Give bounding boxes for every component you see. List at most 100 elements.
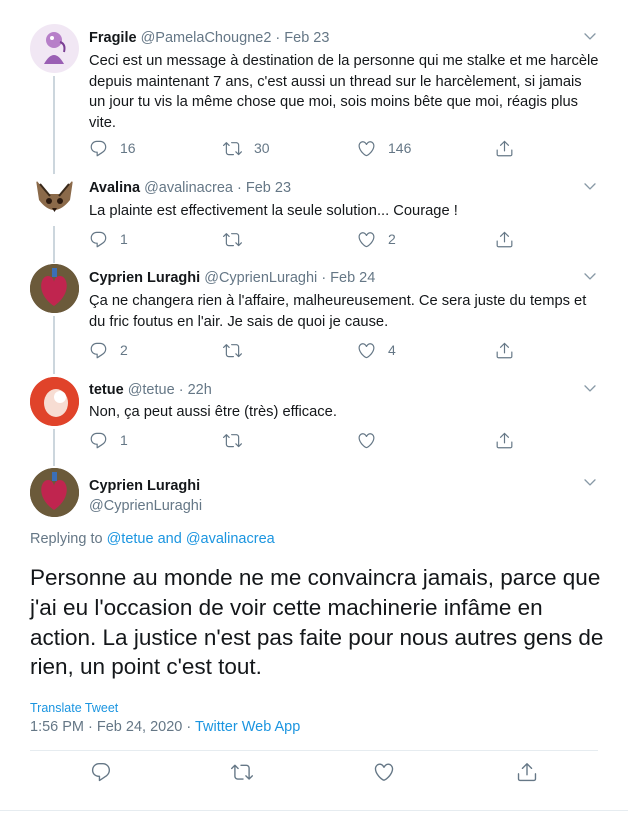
like-count: 146 bbox=[388, 140, 412, 156]
avatar[interactable] bbox=[30, 264, 79, 313]
retweet-button[interactable] bbox=[223, 340, 254, 360]
heart-icon bbox=[357, 341, 376, 360]
tweet-actions: 1 2 bbox=[89, 229, 519, 249]
like-button[interactable]: 2 bbox=[357, 229, 396, 249]
share-icon bbox=[495, 341, 514, 360]
avatar[interactable] bbox=[30, 174, 79, 223]
avatar-tetue-image bbox=[30, 377, 79, 426]
tweet-timestamp[interactable]: 1:56 PM · Feb 24, 2020 · bbox=[30, 719, 191, 735]
avatar[interactable] bbox=[30, 377, 79, 426]
tweet-date[interactable]: Feb 23 bbox=[246, 180, 291, 196]
avatar-fragile-image bbox=[44, 32, 66, 64]
author-name[interactable]: tetue bbox=[89, 382, 124, 398]
thread-line bbox=[53, 76, 55, 176]
tweet-date[interactable]: Feb 24 bbox=[330, 270, 375, 286]
author-handle[interactable]: @CyprienLuraghi bbox=[204, 270, 317, 286]
share-button[interactable] bbox=[495, 229, 514, 249]
author-name[interactable]: Avalina bbox=[89, 180, 140, 196]
translate-tweet-link[interactable]: Translate Tweet bbox=[30, 701, 118, 715]
tweet-text: La plainte est effectivement la seule so… bbox=[89, 203, 458, 219]
chevron-down-icon[interactable] bbox=[582, 178, 598, 194]
like-button[interactable] bbox=[373, 762, 395, 782]
divider bbox=[0, 810, 628, 811]
avatar[interactable] bbox=[30, 468, 79, 517]
main-tweet-text: Personne au monde ne me convaincra jamai… bbox=[30, 565, 604, 680]
retweet-icon bbox=[231, 761, 253, 783]
retweet-button[interactable] bbox=[223, 229, 254, 249]
tweet-text: Ça ne changera rien à l'affaire, malheur… bbox=[89, 293, 587, 330]
retweet-button[interactable] bbox=[223, 430, 254, 450]
share-icon bbox=[516, 761, 538, 783]
share-button[interactable] bbox=[495, 138, 514, 158]
retweet-icon bbox=[223, 341, 242, 360]
author-handle[interactable]: @avalinacrea bbox=[144, 180, 233, 196]
tweet-text: Ceci est un message à destination de la … bbox=[89, 53, 599, 131]
author-name[interactable]: Cyprien Luraghi bbox=[89, 478, 200, 494]
share-button[interactable] bbox=[516, 762, 538, 782]
heart-icon bbox=[357, 431, 376, 450]
retweet-icon bbox=[223, 230, 242, 249]
like-button[interactable]: 146 bbox=[357, 138, 411, 158]
reply-button[interactable]: 1 bbox=[89, 229, 128, 249]
share-icon bbox=[495, 139, 514, 158]
tweet-actions: 2 4 bbox=[89, 340, 519, 360]
like-button[interactable] bbox=[357, 430, 388, 450]
reply-button[interactable] bbox=[90, 762, 112, 782]
like-count: 4 bbox=[388, 342, 396, 358]
like-button[interactable]: 4 bbox=[357, 340, 396, 360]
reply-count: 1 bbox=[120, 231, 128, 247]
tweet-meta: 1:56 PM · Feb 24, 2020 · Twitter Web App bbox=[30, 719, 300, 735]
retweet-icon bbox=[223, 431, 242, 450]
retweet-count: 30 bbox=[254, 140, 270, 156]
main-tweet-actions bbox=[0, 762, 628, 786]
author-name[interactable]: Cyprien Luraghi bbox=[89, 270, 200, 286]
avatar-cyprien-image bbox=[30, 468, 79, 517]
thread-line bbox=[53, 316, 55, 374]
replying-to: Replying to @tetue and @avalinacrea bbox=[30, 531, 275, 547]
thread-line bbox=[53, 429, 55, 466]
reply-button[interactable]: 1 bbox=[89, 430, 128, 450]
tweet-actions: 16 30 146 bbox=[89, 138, 519, 158]
avatar-avalina-image bbox=[36, 180, 73, 212]
comment-icon bbox=[89, 230, 108, 249]
heart-icon bbox=[357, 230, 376, 249]
reply-button[interactable]: 16 bbox=[89, 138, 136, 158]
avatar[interactable] bbox=[30, 24, 79, 73]
share-button[interactable] bbox=[495, 340, 514, 360]
chevron-down-icon[interactable] bbox=[582, 28, 598, 44]
tweet-date[interactable]: Feb 23 bbox=[284, 30, 329, 46]
thread-line bbox=[53, 226, 55, 263]
comment-icon bbox=[89, 139, 108, 158]
share-icon bbox=[495, 431, 514, 450]
tweet-text: Non, ça peut aussi être (très) efficace. bbox=[89, 404, 337, 420]
chevron-down-icon[interactable] bbox=[582, 268, 598, 284]
reply-count: 2 bbox=[120, 342, 128, 358]
mention-link[interactable]: @tetue bbox=[107, 531, 154, 547]
share-icon bbox=[495, 230, 514, 249]
reply-button[interactable]: 2 bbox=[89, 340, 128, 360]
author-handle[interactable]: @tetue bbox=[128, 382, 175, 398]
author-handle[interactable]: @CyprienLuraghi bbox=[89, 498, 202, 514]
comment-icon bbox=[89, 431, 108, 450]
retweet-button[interactable] bbox=[231, 762, 253, 782]
comment-icon bbox=[90, 761, 112, 783]
author-handle[interactable]: @PamelaChougne2 bbox=[141, 30, 272, 46]
like-count: 2 bbox=[388, 231, 396, 247]
mention-link[interactable]: @avalinacrea bbox=[186, 531, 275, 547]
retweet-button[interactable]: 30 bbox=[223, 138, 270, 158]
source-app-link[interactable]: Twitter Web App bbox=[195, 719, 300, 735]
tweet-date[interactable]: 22h bbox=[188, 382, 212, 398]
tweet-actions: 1 bbox=[89, 430, 519, 450]
reply-count: 1 bbox=[120, 432, 128, 448]
chevron-down-icon[interactable] bbox=[582, 474, 598, 490]
retweet-icon bbox=[223, 139, 242, 158]
divider bbox=[30, 750, 598, 751]
comment-icon bbox=[89, 341, 108, 360]
reply-count: 16 bbox=[120, 140, 136, 156]
author-name[interactable]: Fragile bbox=[89, 30, 137, 46]
share-button[interactable] bbox=[495, 430, 514, 450]
avatar-cyprien-image bbox=[30, 264, 79, 313]
heart-icon bbox=[373, 761, 395, 783]
heart-icon bbox=[357, 139, 376, 158]
chevron-down-icon[interactable] bbox=[582, 380, 598, 396]
